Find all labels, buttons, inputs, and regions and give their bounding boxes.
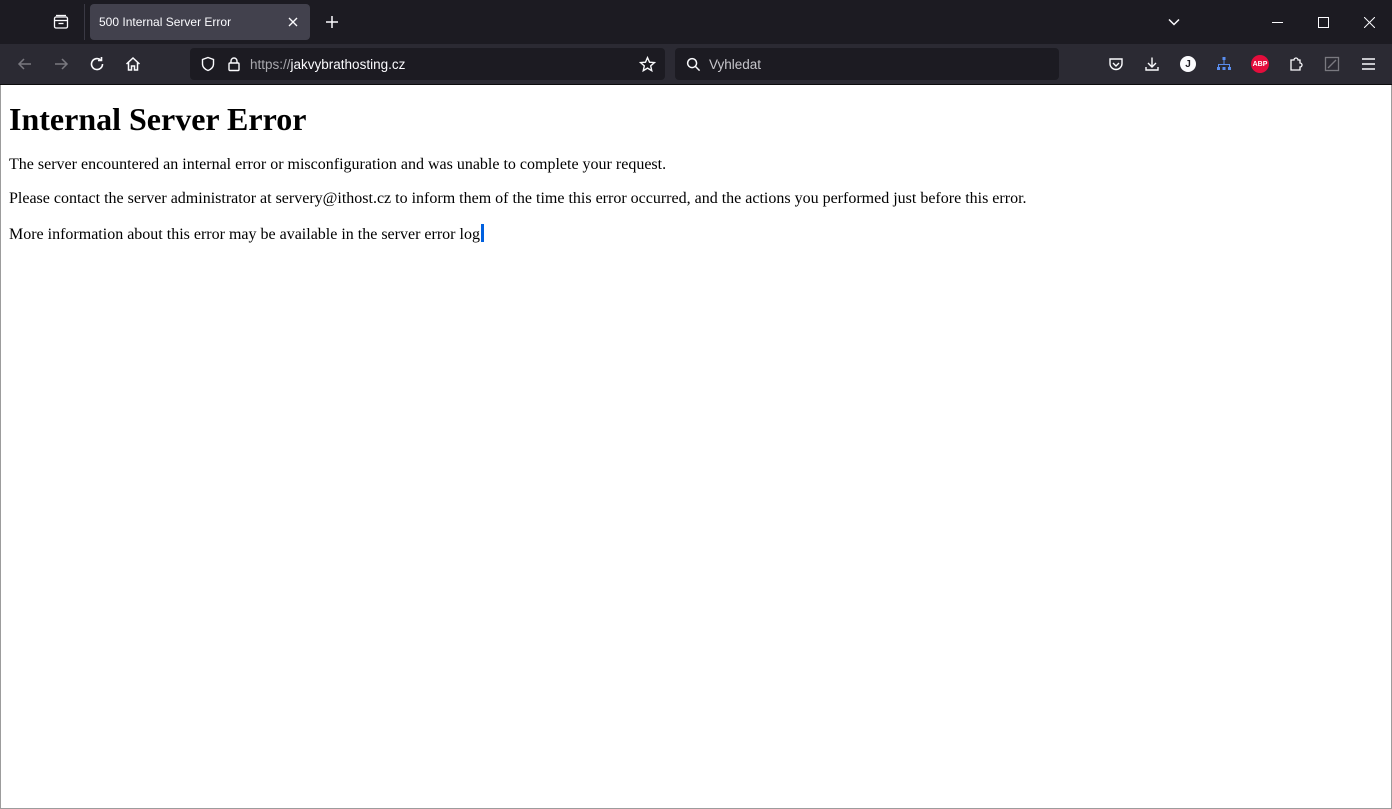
profile-extension-button[interactable]: J xyxy=(1170,48,1206,80)
search-placeholder: Vyhledat xyxy=(709,56,762,72)
list-all-tabs-button[interactable] xyxy=(1154,6,1194,38)
arrow-left-icon xyxy=(17,58,31,70)
new-tab-button[interactable] xyxy=(316,6,348,38)
picture-in-picture-button[interactable] xyxy=(1314,48,1350,80)
download-icon xyxy=(1145,57,1159,71)
maximize-window-button[interactable] xyxy=(1300,0,1346,44)
firefox-view-button[interactable] xyxy=(40,6,82,38)
chevron-down-icon xyxy=(1168,18,1180,26)
error-description: The server encountered an internal error… xyxy=(9,155,667,173)
bookmark-star-button[interactable] xyxy=(637,54,657,74)
tab-bar: 500 Internal Server Error xyxy=(0,0,1392,44)
home-icon xyxy=(125,56,141,71)
pocket-icon xyxy=(1109,58,1123,71)
adblock-plus-icon: ABP xyxy=(1251,55,1269,73)
back-button[interactable] xyxy=(7,48,43,80)
navigation-toolbar: https://jakvybrathosting.cz Vyhledat J A… xyxy=(0,44,1392,85)
sitemap-icon xyxy=(1217,57,1231,70)
profile-avatar: J xyxy=(1180,56,1196,72)
minimize-window-button[interactable] xyxy=(1254,0,1300,44)
lock-icon[interactable] xyxy=(224,54,244,74)
plus-icon xyxy=(326,16,338,28)
minimize-icon xyxy=(1271,21,1283,23)
close-window-button[interactable] xyxy=(1346,0,1392,44)
downloads-button[interactable] xyxy=(1134,48,1170,80)
expand-icon xyxy=(1324,56,1340,72)
search-icon xyxy=(683,54,703,74)
close-icon xyxy=(288,17,298,27)
close-tab-button[interactable] xyxy=(285,14,301,30)
puzzle-icon xyxy=(1290,57,1303,71)
sitemap-extension-button[interactable] xyxy=(1206,48,1242,80)
arrow-right-icon xyxy=(55,58,69,70)
adblock-plus-button[interactable]: ABP xyxy=(1242,48,1278,80)
page-title: Internal Server Error xyxy=(9,101,307,137)
url-bar[interactable]: https://jakvybrathosting.cz xyxy=(190,48,665,80)
toolbar-right: J ABP xyxy=(1098,48,1386,80)
active-tab[interactable]: 500 Internal Server Error xyxy=(90,4,310,40)
more-info-text: More information about this error may be… xyxy=(9,223,1383,244)
close-window-icon xyxy=(1363,16,1375,28)
firefox-view-icon xyxy=(53,14,69,29)
url-protocol: https:// xyxy=(250,56,291,72)
star-icon xyxy=(638,55,656,72)
tracking-protection-shield-icon[interactable] xyxy=(198,54,218,74)
text-caret xyxy=(480,223,484,242)
pocket-button[interactable] xyxy=(1098,48,1134,80)
url-text[interactable]: https://jakvybrathosting.cz xyxy=(250,57,637,72)
home-button[interactable] xyxy=(115,48,151,80)
tab-title: 500 Internal Server Error xyxy=(99,15,232,29)
tab-separator xyxy=(84,4,85,40)
reload-button[interactable] xyxy=(79,48,115,80)
app-menu-button[interactable] xyxy=(1350,48,1386,80)
maximize-icon xyxy=(1317,16,1329,28)
extensions-button[interactable] xyxy=(1278,48,1314,80)
page-content: Internal Server Error The server encount… xyxy=(0,85,1392,809)
hamburger-menu-icon xyxy=(1361,58,1375,70)
url-host: jakvybrathosting.cz xyxy=(290,56,406,72)
search-bar[interactable]: Vyhledat xyxy=(675,48,1059,80)
contact-admin-text: Please contact the server administrator … xyxy=(9,189,1027,207)
reload-icon xyxy=(90,57,104,71)
forward-button[interactable] xyxy=(43,48,79,80)
more-info-line: More information about this error may be… xyxy=(9,225,484,243)
